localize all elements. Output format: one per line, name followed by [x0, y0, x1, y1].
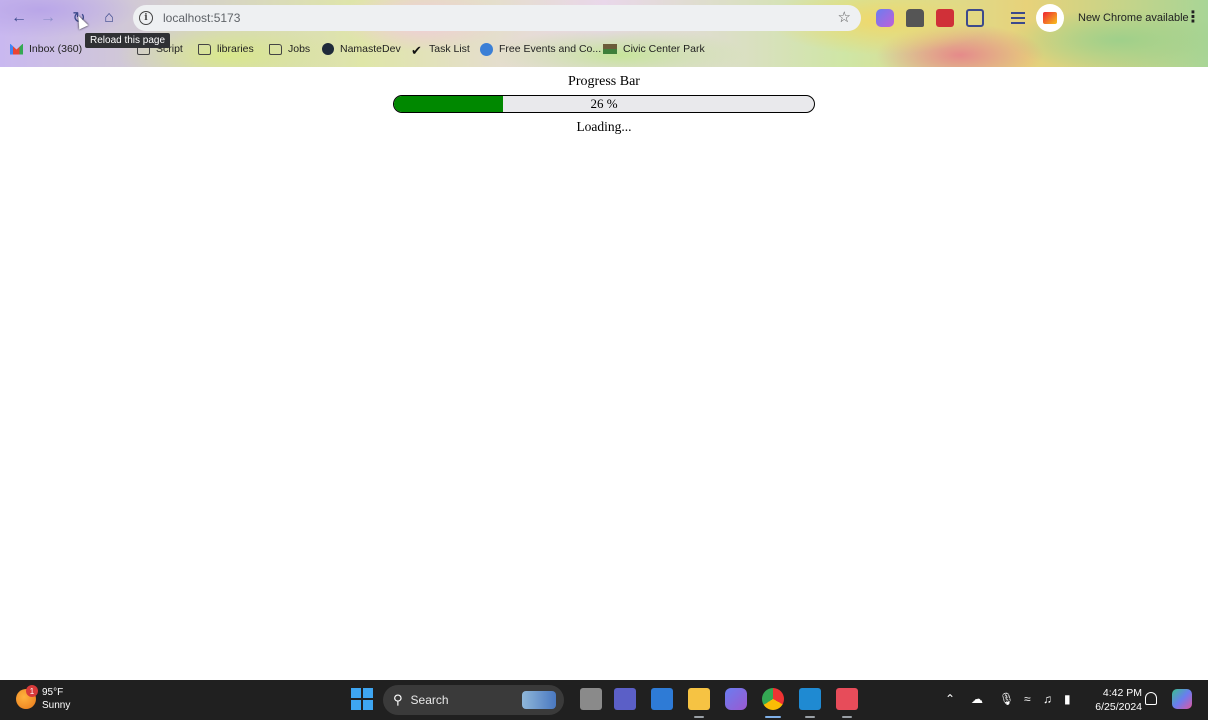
sun-icon: 1: [16, 685, 38, 709]
folder-icon: [198, 43, 211, 55]
weather-badge: 1: [26, 685, 38, 697]
windows-taskbar: 1 95°F Sunny ⚲ Search ⌃ ☁ 🎙 ≈ ♫ ▮ 4:42 P…: [0, 680, 1208, 720]
bookmark-task-list[interactable]: ✔ Task List: [411, 38, 470, 60]
teams-icon[interactable]: [614, 688, 636, 710]
address-bar[interactable]: i localhost:5173 ☆: [133, 5, 861, 31]
start-button[interactable]: [351, 688, 373, 710]
snipping-tool-icon[interactable]: [836, 688, 858, 710]
copilot-extension-icon[interactable]: [876, 9, 894, 27]
page-title: Progress Bar: [568, 74, 640, 89]
home-button[interactable]: ⌂: [97, 4, 121, 32]
site-info-icon[interactable]: i: [139, 11, 153, 25]
profile-avatar[interactable]: [1036, 4, 1064, 32]
page-content: Progress Bar 26 % Loading...: [0, 67, 1208, 680]
bookmark-label: Civic Center Park: [623, 43, 705, 55]
notification-bell-icon[interactable]: [1145, 692, 1157, 705]
progress-bar: 26 %: [393, 95, 815, 113]
reload-tooltip: Reload this page: [85, 33, 171, 48]
bookmark-inbox[interactable]: Inbox (360): [10, 38, 82, 60]
bookmark-label: NamasteDev: [340, 43, 401, 55]
events-icon: [480, 42, 493, 56]
progress-label: 26 %: [590, 96, 618, 111]
onedrive-icon[interactable]: ☁: [971, 692, 983, 706]
taskbar-search[interactable]: ⚲ Search: [383, 685, 564, 715]
bookmark-namastedev[interactable]: NamasteDev: [322, 38, 401, 60]
bookmark-label: libraries: [217, 43, 254, 55]
running-indicator: [842, 716, 852, 718]
bookmark-label: Inbox (360): [29, 43, 83, 55]
copilot-tray-icon[interactable]: [1172, 689, 1192, 709]
red-extension-icon[interactable]: [936, 9, 954, 27]
chrome-update-button[interactable]: New Chrome available: [1070, 6, 1197, 30]
park-icon: [603, 44, 617, 54]
store-icon[interactable]: [651, 688, 673, 710]
bookmark-label: Free Events and Co...: [499, 43, 602, 55]
weather-temperature: 95°F: [42, 687, 64, 698]
running-indicator: [805, 716, 815, 718]
bookmark-libraries[interactable]: libraries: [198, 38, 254, 60]
system-clock[interactable]: 4:42 PM 6/25/2024: [1090, 686, 1142, 714]
task-view-icon[interactable]: [580, 688, 602, 710]
active-indicator: [765, 716, 781, 718]
bookmark-free-events[interactable]: Free Events and Co...: [480, 38, 601, 60]
vscode-icon[interactable]: [799, 688, 821, 710]
clock-date: 6/25/2024: [1095, 701, 1142, 713]
file-explorer-icon[interactable]: [688, 688, 710, 710]
wifi-icon[interactable]: ≈: [1024, 692, 1031, 706]
media-controls-icon[interactable]: [1011, 9, 1029, 25]
clock-time: 4:42 PM: [1102, 687, 1142, 699]
profile-avatar-icon: [1043, 12, 1057, 24]
taskbar-search-label: Search: [410, 693, 449, 707]
folder-icon: [269, 43, 282, 55]
weather-description: Sunny: [42, 700, 71, 711]
search-highlight-image: [522, 691, 556, 709]
battery-icon[interactable]: ▮: [1064, 692, 1071, 706]
bookmark-jobs[interactable]: Jobs: [269, 38, 310, 60]
namastedev-icon: [322, 43, 334, 55]
microphone-icon[interactable]: 🎙: [999, 692, 1014, 706]
chevron-up-icon[interactable]: ⌃: [945, 692, 955, 706]
address-url: localhost:5173: [163, 11, 241, 25]
running-indicator: [694, 716, 704, 718]
loading-status: Loading...: [576, 119, 632, 134]
browser-chrome: ← → ↻ ⌂ i localhost:5173 ☆ New Chrome av…: [0, 0, 1208, 67]
chrome-menu-icon[interactable]: ⋮: [1185, 7, 1201, 27]
bookmarks-bar: Inbox (360) Script libraries Jobs Namast…: [0, 38, 1208, 60]
gmail-icon: [10, 43, 23, 55]
browser-toolbar: ← → ↻ ⌂ i localhost:5173 ☆ New Chrome av…: [0, 4, 1208, 32]
extensions-puzzle-icon[interactable]: [966, 9, 984, 27]
search-icon: ⚲: [393, 692, 403, 707]
volume-icon[interactable]: ♫: [1043, 692, 1052, 706]
back-button[interactable]: ←: [7, 4, 31, 32]
chrome-icon[interactable]: [762, 688, 784, 710]
copilot-icon[interactable]: [725, 688, 747, 710]
weather-widget[interactable]: 1 95°F Sunny: [16, 685, 71, 712]
robot-extension-icon[interactable]: [906, 9, 924, 27]
bookmark-label: Task List: [429, 43, 470, 55]
bookmark-star-icon[interactable]: ☆: [838, 8, 851, 26]
forward-button[interactable]: →: [36, 4, 60, 32]
bookmark-label: Jobs: [288, 43, 311, 55]
bookmark-civic-center-park[interactable]: Civic Center Park: [603, 38, 705, 60]
checkmark-icon: ✔: [411, 42, 422, 58]
